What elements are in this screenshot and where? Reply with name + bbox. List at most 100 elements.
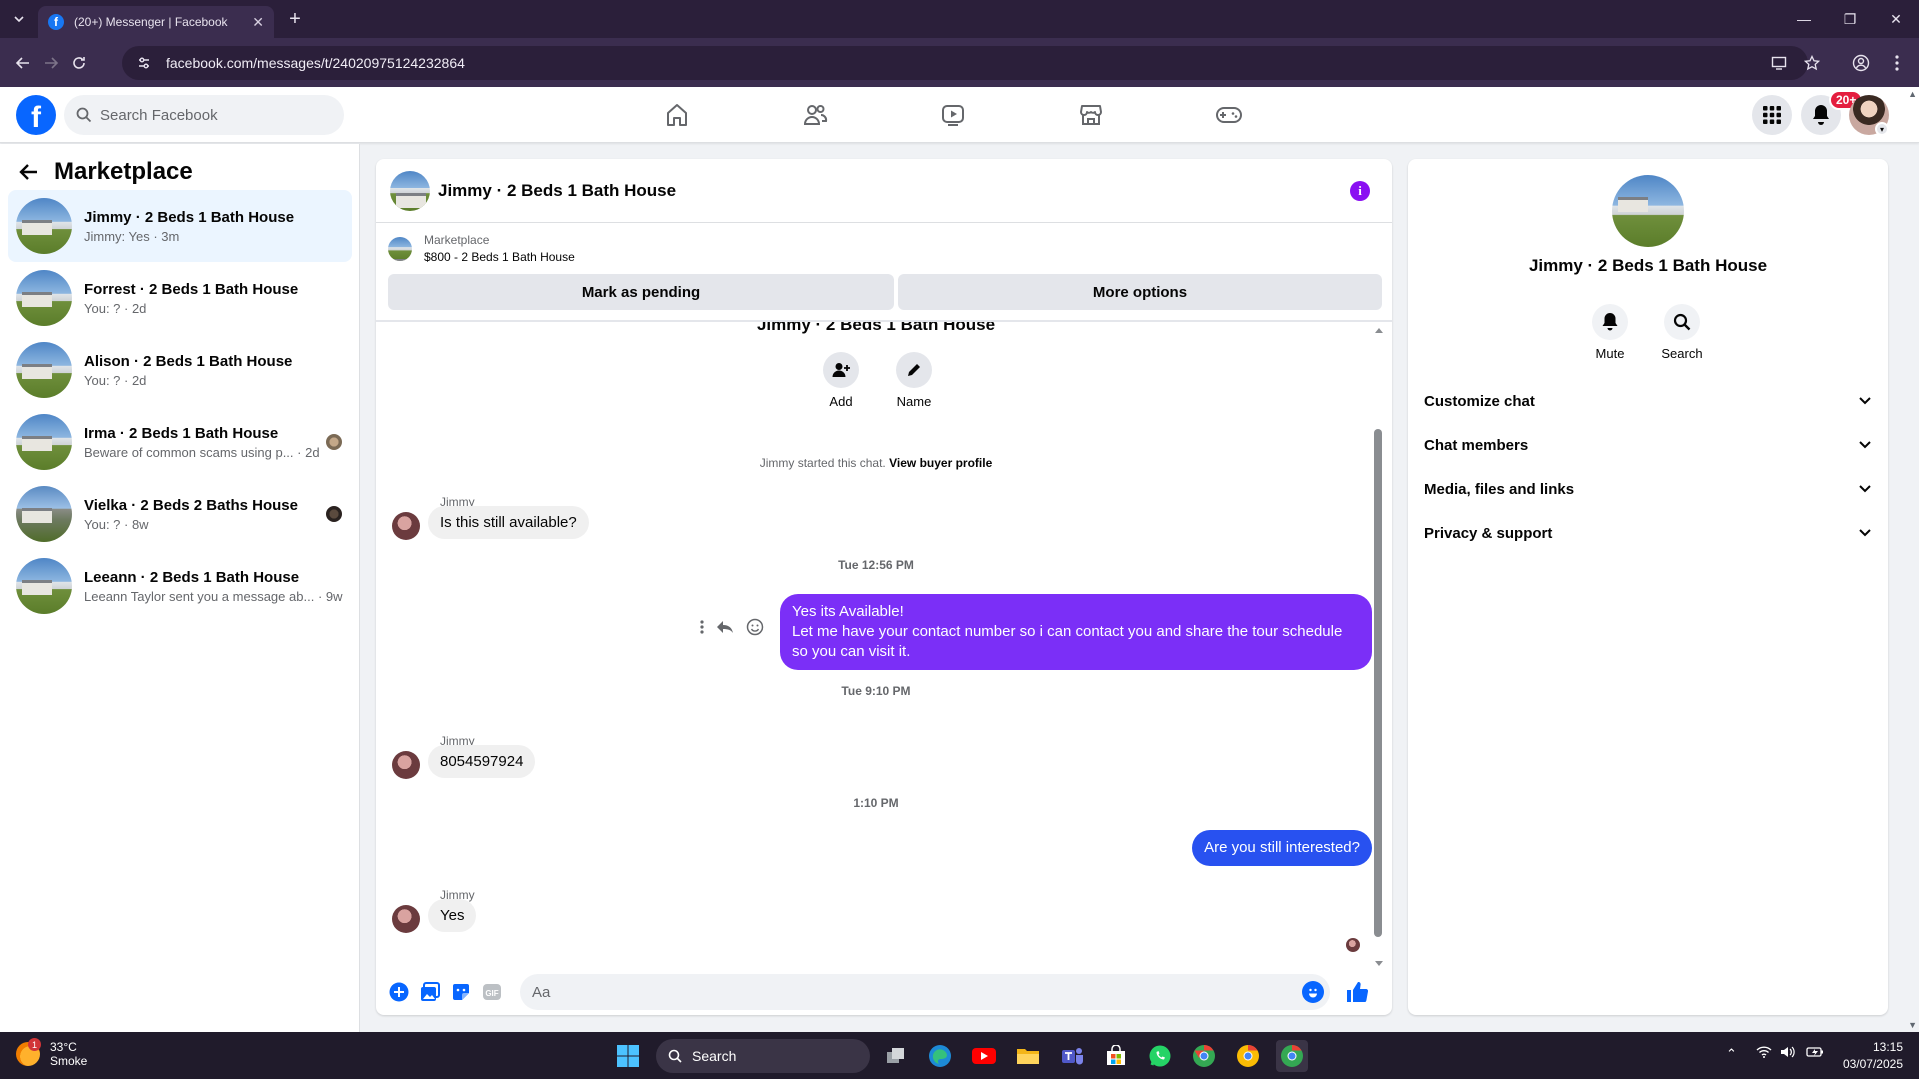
mute-button[interactable]: Mute [1580, 304, 1640, 361]
incoming-message[interactable]: Yes [428, 899, 477, 932]
chrome-profile-icon[interactable] [1232, 1040, 1264, 1072]
attach-photo-button[interactable] [415, 977, 445, 1007]
privacy-support-section[interactable]: Privacy & support [1424, 511, 1872, 555]
menu-button[interactable] [1752, 95, 1792, 135]
wifi-icon[interactable] [1756, 1046, 1772, 1061]
incoming-message[interactable]: Is this still available? [428, 506, 589, 539]
minimize-icon[interactable]: — [1781, 0, 1827, 38]
whatsapp-icon[interactable] [1144, 1040, 1176, 1072]
sticker-button[interactable] [446, 977, 476, 1007]
page-scrollbar[interactable]: ▲ ▼ [1907, 87, 1919, 1032]
address-bar[interactable]: facebook.com/messages/t/2402097512423286… [122, 46, 1808, 80]
chat-members-section[interactable]: Chat members [1424, 423, 1872, 467]
video-tab[interactable] [898, 95, 1008, 135]
volume-icon[interactable] [1780, 1046, 1796, 1061]
taskbar-search[interactable]: Search [656, 1039, 870, 1073]
details-avatar[interactable] [1612, 175, 1684, 247]
sender-avatar[interactable] [392, 512, 420, 540]
chat-list-pane: Marketplace Jimmy · 2 Beds 1 Bath House … [0, 144, 360, 1032]
new-tab-button[interactable]: + [284, 8, 306, 30]
react-emoji-icon[interactable] [746, 618, 764, 636]
view-buyer-profile-link[interactable]: View buyer profile [889, 456, 992, 470]
info-icon[interactable]: i [1350, 181, 1370, 201]
message-input[interactable] [532, 983, 1292, 1001]
emoji-icon[interactable] [1302, 981, 1324, 1003]
tab-search-button[interactable] [8, 8, 30, 30]
sender-avatar[interactable] [392, 751, 420, 779]
system-clock[interactable]: 13:15 03/07/2025 [1843, 1039, 1903, 1073]
conversation-item[interactable]: Irma · 2 Beds 1 Bath House Beware of com… [8, 406, 352, 478]
incoming-message[interactable]: 8054597924 [428, 745, 536, 778]
facebook-search[interactable] [64, 95, 344, 135]
more-icon[interactable] [700, 620, 704, 634]
mark-as-pending-button[interactable]: Mark as pending [388, 274, 894, 310]
back-arrow-icon[interactable] [18, 163, 38, 181]
mute-label: Mute [1595, 346, 1625, 361]
gif-icon: GIF [483, 984, 501, 1000]
chat-list-title: Marketplace [54, 158, 193, 185]
conversation-item[interactable]: Alison · 2 Beds 1 Bath House You: ? · 2d [8, 334, 352, 406]
outgoing-message[interactable]: Are you still interested? [1192, 830, 1372, 866]
outgoing-message[interactable]: Yes its Available! Let me have your cont… [780, 594, 1372, 670]
conversation-item[interactable]: Jimmy · 2 Beds 1 Bath House Jimmy: Yes ·… [8, 190, 352, 262]
reply-icon[interactable] [716, 619, 734, 635]
edge-icon[interactable] [924, 1040, 956, 1072]
media-files-links-section[interactable]: Media, files and links [1424, 467, 1872, 511]
battery-icon[interactable] [1806, 1046, 1824, 1061]
forward-icon[interactable] [38, 50, 64, 76]
scroll-down-icon[interactable]: ▼ [1908, 1020, 1917, 1030]
profile-icon[interactable] [1848, 50, 1874, 76]
more-options-button[interactable]: More options [898, 274, 1382, 310]
conversation-item[interactable]: Forrest · 2 Beds 1 Bath House You: ? · 2… [8, 262, 352, 334]
chat-avatar[interactable] [390, 170, 430, 211]
scroll-up-icon[interactable] [1374, 325, 1384, 335]
task-view-icon[interactable] [880, 1040, 912, 1072]
close-tab-icon[interactable]: ✕ [252, 14, 264, 31]
name-button[interactable]: Name [884, 352, 944, 409]
sender-avatar[interactable] [392, 905, 420, 933]
account-chevron-icon[interactable]: ▾ [1875, 122, 1889, 136]
conversation-item[interactable]: Vielka · 2 Beds 2 Baths House You: ? · 8… [8, 478, 352, 550]
close-window-icon[interactable]: ✕ [1873, 0, 1919, 38]
message-input-field[interactable] [520, 974, 1330, 1010]
start-button[interactable] [612, 1040, 644, 1072]
reload-icon[interactable] [66, 50, 92, 76]
facebook-search-input[interactable] [100, 106, 320, 124]
install-app-icon[interactable] [1766, 50, 1792, 76]
facebook-logo-icon[interactable]: f [16, 95, 56, 135]
gaming-tab[interactable] [1174, 95, 1284, 135]
teams-icon[interactable] [1056, 1040, 1088, 1072]
file-explorer-icon[interactable] [1012, 1040, 1044, 1072]
grid-menu-icon [1763, 106, 1781, 124]
chat-scroll-thumb[interactable] [1374, 429, 1382, 937]
scroll-up-icon[interactable]: ▲ [1908, 89, 1917, 99]
listing-source: Marketplace [424, 233, 490, 247]
home-tab[interactable] [622, 95, 732, 135]
back-icon[interactable] [10, 50, 36, 76]
site-info-icon[interactable] [136, 55, 152, 71]
customize-chat-section[interactable]: Customize chat [1424, 379, 1872, 423]
add-button[interactable]: Add [811, 352, 871, 409]
gaming-icon [1216, 107, 1242, 123]
listing-banner[interactable]: Marketplace $800 - 2 Beds 1 Bath House [388, 233, 575, 264]
gif-button[interactable]: GIF [477, 977, 507, 1007]
weather-widget[interactable]: 1 33°C Smoke [16, 1038, 87, 1068]
browser-tab[interactable]: f (20+) Messenger | Facebook ✕ [38, 6, 274, 38]
more-actions-button[interactable] [384, 977, 414, 1007]
chrome-active-icon[interactable] [1276, 1040, 1308, 1072]
chat-title[interactable]: Jimmy · 2 Beds 1 Bath House [438, 181, 676, 201]
chrome-icon[interactable] [1188, 1040, 1220, 1072]
microsoft-store-icon[interactable] [1100, 1040, 1132, 1072]
listing-thumbnail [16, 486, 72, 542]
search-in-chat-button[interactable]: Search [1652, 304, 1712, 361]
bookmark-star-icon[interactable] [1799, 50, 1825, 76]
show-hidden-icons[interactable]: ⌃ [1726, 1046, 1737, 1062]
restore-icon[interactable]: ❐ [1827, 0, 1873, 38]
youtube-app-icon[interactable] [968, 1040, 1000, 1072]
friends-tab[interactable] [760, 95, 870, 135]
marketplace-tab[interactable] [1036, 95, 1146, 135]
scroll-down-icon[interactable] [1374, 959, 1384, 969]
browser-menu-icon[interactable] [1884, 50, 1910, 76]
like-button[interactable] [1342, 977, 1372, 1007]
conversation-item[interactable]: Leeann · 2 Beds 1 Bath House Leeann Tayl… [8, 550, 352, 622]
